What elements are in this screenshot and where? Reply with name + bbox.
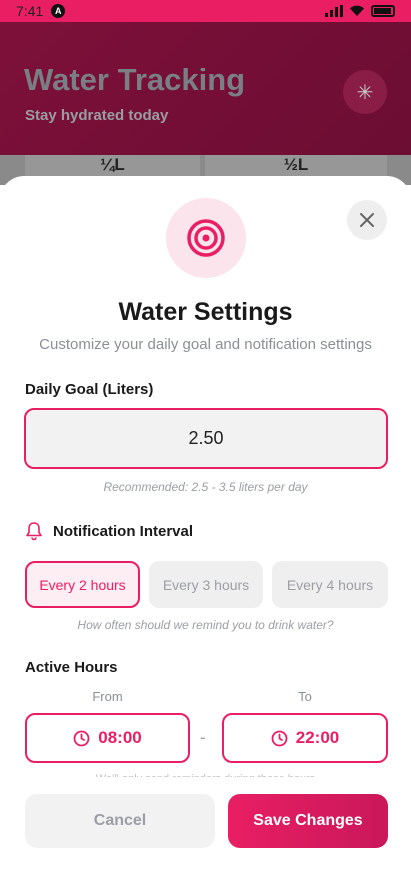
close-icon [360, 213, 374, 227]
daily-goal-label: Daily Goal (Liters) [25, 381, 154, 398]
daily-goal-input[interactable]: 2.50 [24, 408, 388, 469]
notification-header: Notification Interval [25, 521, 193, 541]
clock-icon [73, 730, 90, 746]
app-notification-icon: A [51, 4, 66, 18]
from-time-button[interactable]: 08:00 [25, 713, 190, 763]
to-label: To [298, 689, 312, 704]
status-bar: 7:41 A [0, 0, 411, 22]
active-hours-label: Active Hours [25, 659, 118, 676]
target-badge [166, 198, 246, 278]
close-button[interactable] [347, 200, 387, 240]
interval-4-hours-button[interactable]: Every 4 hours [272, 561, 388, 608]
settings-subtitle: Customize your daily goal and notificati… [39, 336, 372, 353]
save-changes-button[interactable]: Save Changes [228, 794, 388, 848]
to-time-button[interactable]: 22:00 [222, 713, 388, 763]
battery-icon [371, 5, 395, 17]
bell-icon [26, 522, 42, 541]
notification-interval-label: Notification Interval [53, 522, 194, 540]
clock-icon [271, 730, 288, 746]
signal-icon [325, 5, 343, 17]
notification-hint: How often should we remind you to drink … [77, 618, 334, 632]
from-label: From [92, 689, 123, 704]
wifi-icon [350, 5, 364, 17]
interval-3-hours-button[interactable]: Every 3 hours [149, 561, 263, 608]
to-time-value: 22:00 [295, 728, 340, 747]
target-icon [187, 219, 225, 257]
from-time-value: 08:00 [98, 728, 142, 747]
time-separator: - [200, 728, 206, 747]
daily-goal-hint: Recommended: 2.5 - 3.5 liters per day [103, 480, 308, 494]
settings-title: Water Settings [118, 298, 293, 326]
active-hours-hint: We'll only send reminders during these h… [0, 768, 411, 777]
background-subtitle: Stay hydrated today [25, 107, 169, 124]
interval-2-hours-button[interactable]: Every 2 hours [25, 561, 140, 608]
background-title: Water Tracking [24, 62, 246, 97]
sparkle-icon: ✳ [343, 70, 387, 114]
status-time: 7:41 [16, 3, 44, 19]
cancel-button[interactable]: Cancel [25, 794, 215, 848]
